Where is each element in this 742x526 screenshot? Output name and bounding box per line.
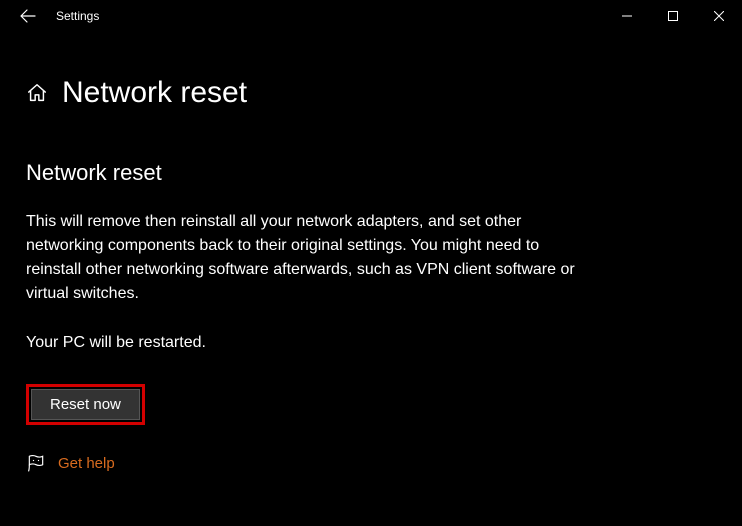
page-header: Network reset — [0, 32, 742, 110]
get-help-link[interactable]: Get help — [58, 455, 115, 472]
restart-note: Your PC will be restarted. — [26, 334, 594, 352]
minimize-button[interactable] — [604, 0, 650, 32]
titlebar: Settings — [0, 0, 742, 32]
reset-now-button[interactable]: Reset now — [31, 389, 140, 420]
maximize-button[interactable] — [650, 0, 696, 32]
close-icon — [714, 11, 724, 21]
close-button[interactable] — [696, 0, 742, 32]
help-icon — [26, 453, 46, 473]
section-heading: Network reset — [26, 160, 594, 186]
home-icon — [26, 82, 48, 104]
help-row: Get help — [26, 449, 594, 473]
reset-button-highlight: Reset now — [26, 384, 145, 425]
minimize-icon — [622, 11, 632, 21]
content-area: Network reset This will remove then rein… — [0, 110, 620, 473]
description-text: This will remove then reinstall all your… — [26, 210, 594, 306]
arrow-left-icon — [20, 8, 36, 24]
back-button[interactable] — [8, 0, 48, 32]
maximize-icon — [668, 11, 678, 21]
window-controls — [604, 0, 742, 32]
window-title: Settings — [48, 9, 604, 23]
page-title: Network reset — [62, 76, 247, 110]
